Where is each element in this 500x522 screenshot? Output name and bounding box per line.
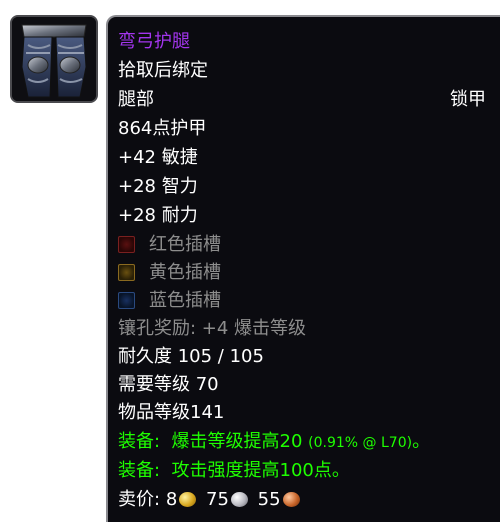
armor-value: 864点护甲 — [118, 118, 207, 139]
socket-label: 红色插槽 — [149, 234, 221, 255]
copper-coin-icon — [282, 492, 300, 507]
sell-price-label: 卖价: — [118, 489, 161, 510]
red-socket-icon — [118, 236, 135, 253]
socket-label: 蓝色插槽 — [149, 290, 221, 311]
socket-blue-row: 蓝色插槽 — [118, 288, 221, 314]
bind-type: 拾取后绑定 — [118, 60, 208, 81]
equip-detail: (0.91% @ L70) — [308, 435, 413, 451]
equip-text: 攻击强度提高100点。 — [171, 460, 350, 481]
yellow-socket-icon — [118, 264, 135, 281]
equip-prefix: 装备: — [118, 460, 161, 481]
required-level: 需要等级 70 — [118, 374, 219, 395]
item-level: 物品等级141 — [118, 402, 225, 423]
gold-coin-icon — [179, 492, 197, 507]
sell-price: 卖价: 8 75 55 — [118, 487, 304, 513]
silver-amount: 75 — [206, 489, 229, 510]
durability: 耐久度 105 / 105 — [118, 346, 264, 367]
leg-armor-icon — [12, 17, 96, 101]
stat-agility: +42 敏捷 — [118, 147, 198, 168]
stat-stamina: +28 耐力 — [118, 205, 198, 226]
equip-effect-crit: 装备: 爆击等级提高20 (0.91% @ L70)。 — [118, 429, 430, 456]
gold-amount: 8 — [165, 489, 178, 510]
socket-bonus: 镶孔奖励: +4 爆击等级 — [118, 318, 307, 339]
socket-red-row: 红色插槽 — [118, 232, 221, 258]
item-icon-frame — [10, 15, 98, 103]
socket-label: 黄色插槽 — [149, 262, 221, 283]
stat-intellect: +28 智力 — [118, 176, 198, 197]
item-slot: 腿部 — [118, 89, 154, 110]
blue-socket-icon — [118, 292, 135, 309]
armor-type: 锁甲 — [450, 89, 486, 110]
equip-text: 爆击等级提高20 — [171, 431, 303, 452]
silver-coin-icon — [230, 492, 248, 507]
equip-prefix: 装备: — [118, 431, 161, 452]
equip-effect-attack-power: 装备: 攻击强度提高100点。 — [118, 458, 350, 484]
equip-suffix: 。 — [412, 431, 431, 452]
copper-amount: 55 — [257, 489, 281, 510]
socket-yellow-row: 黄色插槽 — [118, 260, 221, 286]
item-tooltip: 弯弓护腿 拾取后绑定 腿部 锁甲 864点护甲 +42 敏捷 +28 智力 +2… — [106, 15, 500, 522]
item-name: 弯弓护腿 — [118, 31, 190, 52]
